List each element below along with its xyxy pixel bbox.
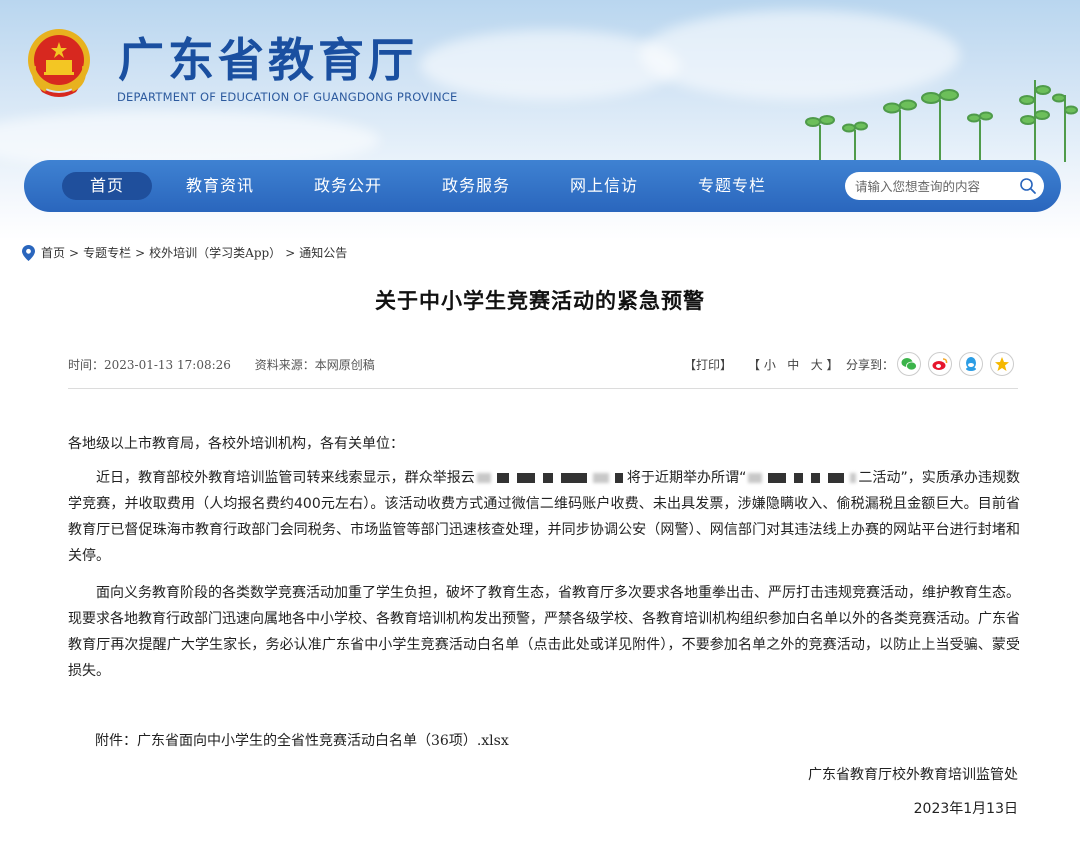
article-meta: 时间：2023-01-13 17:08:26 资料来源：本网原创稿 [68,356,375,373]
article-source: 资料来源：本网原创稿 [254,358,375,372]
salutation: 各地级以上市教育局，各校外培训机构，各有关单位： [68,436,404,452]
print-button[interactable]: 【打印】 [684,356,732,373]
site-subtitle: DEPARTMENT OF EDUCATION OF GUANGDONG PRO… [117,90,458,104]
attachment-link[interactable]: 广东省面向中小学生的全省性竞赛活动白名单（36项）.xlsx [137,733,509,749]
redacted-text [496,473,509,483]
redacted-text [768,473,787,483]
redacted-text [476,473,491,483]
paragraph-1: 近日，教育部校外教育培训监管司转来线索显示，群众举报云 将于近期举办所谓“ 二活动”… [68,465,1020,569]
breadcrumb-offcampus-training[interactable]: 校外培训（学习类App） [149,244,281,261]
signature: 广东省教育厅校外教育培训监管处 [808,767,1018,783]
signature-date: 2023年1月13日 [913,801,1018,817]
redacted-text [516,473,535,483]
font-size-controls[interactable]: 【 小 中 大 】 [748,356,839,373]
article-title: 关于中小学生竞赛活动的紧急预警 [375,289,705,313]
paragraph-1-part-a: 近日，教育部校外教育培训监管司转来线索显示，群众举报云 [96,470,475,486]
paragraph-1-part-b: 将于近期举办所谓“ [626,470,747,486]
national-emblem-icon [28,29,90,97]
paragraph-2: 面向义务教育阶段的各类数学竞赛活动加重了学生负担，破坏了教育生态，省教育厅多次要… [68,585,1020,679]
breadcrumb: 首页 > 专题专栏 > 校外培训（学习类App） > 通知公告 [22,244,347,261]
redacted-text [850,473,857,483]
location-pin-icon [22,244,35,261]
redacted-text [592,473,609,483]
qzone-icon[interactable] [990,352,1014,376]
breadcrumb-separator: > [285,245,296,260]
nav-government-affairs[interactable]: 政务公开 [300,172,396,200]
nav-government-services[interactable]: 政务服务 [428,172,524,200]
redacted-text [748,473,763,483]
nav-special-topics[interactable]: 专题专栏 [684,172,780,200]
weibo-icon[interactable] [928,352,952,376]
share-label: 分享到： [846,358,895,372]
redacted-text [794,473,804,483]
attachment-label: 附件： [95,733,137,749]
breadcrumb-separator: > [69,245,80,260]
breadcrumb-separator: > [135,245,146,260]
wechat-icon[interactable] [897,352,921,376]
search-icon[interactable] [1019,177,1037,195]
breadcrumb-home[interactable]: 首页 [41,244,65,261]
redacted-text [828,473,845,483]
publish-time: 时间：2023-01-13 17:08:26 [68,358,231,372]
site-title: 广东省教育厅 [118,33,418,87]
cloud-decoration [420,30,680,100]
redacted-text [811,473,821,483]
sprouts-decoration [805,80,1078,162]
redacted-text [542,473,553,483]
breadcrumb-notices[interactable]: 通知公告 [299,244,347,261]
nav-education-news[interactable]: 教育资讯 [172,172,268,200]
redacted-text [614,473,623,483]
search-input[interactable] [845,172,1044,200]
main-nav: 首页 教育资讯 政务公开 政务服务 网上信访 专题专栏 [24,160,1061,212]
nav-online-petition[interactable]: 网上信访 [556,172,652,200]
breadcrumb-special-topics[interactable]: 专题专栏 [83,244,131,261]
divider [68,388,1018,389]
nav-home[interactable]: 首页 [62,172,152,200]
redacted-text [560,473,587,483]
attachment: 附件：广东省面向中小学生的全省性竞赛活动白名单（36项）.xlsx [95,730,509,750]
qq-icon[interactable] [959,352,983,376]
